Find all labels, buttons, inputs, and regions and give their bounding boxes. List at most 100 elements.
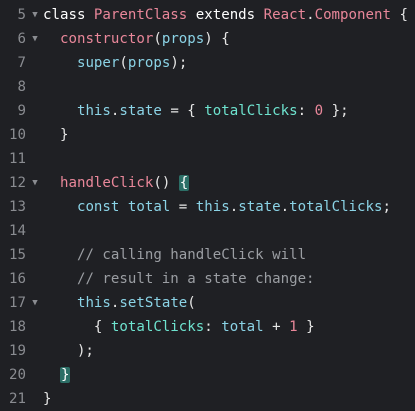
code-token: 0 bbox=[314, 103, 324, 119]
code-line[interactable]: 6 ▼ constructor(props) { bbox=[0, 27, 415, 51]
code-token: totalClicks bbox=[204, 103, 298, 119]
code-token: : bbox=[297, 103, 315, 119]
line-number: 16 bbox=[9, 271, 26, 287]
code-token: + bbox=[263, 319, 290, 335]
code-line[interactable]: 16 // result in a state change: bbox=[0, 267, 415, 291]
line-number: 18 bbox=[9, 319, 26, 335]
code-line[interactable]: 11 bbox=[0, 147, 415, 171]
line-number: 5 bbox=[17, 7, 27, 23]
code-token: { bbox=[43, 319, 111, 335]
code-line[interactable]: 8 bbox=[0, 75, 415, 99]
line-number: 17 bbox=[9, 295, 26, 311]
line-number: 20 bbox=[9, 367, 26, 383]
line-number: 8 bbox=[17, 79, 27, 95]
code-token: 1 bbox=[289, 319, 298, 335]
code-token: ); bbox=[43, 343, 94, 359]
code-line[interactable]: 15 // calling handleClick will bbox=[0, 243, 415, 267]
matched-brace: { bbox=[178, 175, 190, 191]
code-text: this.setState( bbox=[43, 291, 196, 315]
code-token: class bbox=[43, 7, 94, 23]
code-token: = { bbox=[161, 103, 205, 119]
code-text: handleClick() { bbox=[43, 171, 190, 195]
code-token: const total bbox=[76, 199, 171, 215]
code-line[interactable]: 13 const total = this.state.totalClicks; bbox=[0, 195, 415, 219]
code-token: ( bbox=[153, 31, 162, 47]
code-text: // calling handleClick will bbox=[43, 243, 306, 267]
code-token: React bbox=[263, 7, 307, 23]
line-number: 6 bbox=[17, 31, 27, 47]
code-line[interactable]: 9 this.state = { totalClicks: 0 }; bbox=[0, 99, 415, 123]
chevron-down-icon[interactable]: ▼ bbox=[29, 291, 41, 315]
code-token: ( bbox=[119, 55, 128, 71]
code-line[interactable]: 12 ▼ handleClick() { bbox=[0, 171, 415, 195]
code-line[interactable]: 5 ▼ class ParentClass extends React.Compon… bbox=[0, 3, 415, 27]
line-number: 12 bbox=[9, 175, 26, 191]
code-token: state bbox=[238, 199, 281, 215]
line-number: 10 bbox=[9, 127, 26, 143]
code-token: ( bbox=[187, 295, 196, 311]
code-comment: // calling handleClick will bbox=[76, 247, 307, 263]
code-token: constructor bbox=[59, 31, 154, 47]
code-token: total bbox=[221, 319, 264, 335]
code-token: () bbox=[153, 175, 179, 191]
code-line[interactable]: 18 { totalClicks: total + 1 } bbox=[0, 315, 415, 339]
code-text: class ParentClass extends React.Componen… bbox=[43, 3, 408, 27]
code-line[interactable]: 19 ); bbox=[0, 339, 415, 363]
code-token: } bbox=[297, 319, 315, 335]
code-token: props bbox=[127, 55, 171, 71]
chevron-down-icon[interactable]: ▼ bbox=[29, 171, 41, 195]
code-token: this bbox=[195, 199, 230, 215]
code-text: ); bbox=[43, 339, 94, 363]
code-line[interactable]: 7 super(props); bbox=[0, 51, 415, 75]
line-number: 11 bbox=[9, 151, 26, 167]
code-text: const total = this.state.totalClicks; bbox=[43, 195, 391, 219]
matched-brace: } bbox=[59, 367, 71, 383]
code-token: . bbox=[229, 199, 239, 215]
code-line[interactable]: 20 } bbox=[0, 363, 415, 387]
line-number: 9 bbox=[17, 103, 27, 119]
code-text: super(props); bbox=[43, 51, 187, 75]
code-token: super bbox=[76, 55, 120, 71]
code-token: { bbox=[390, 7, 408, 23]
code-token: ); bbox=[170, 55, 188, 71]
code-token: extends bbox=[187, 7, 264, 23]
code-token: ) { bbox=[204, 31, 230, 47]
code-token: ; bbox=[382, 199, 392, 215]
code-line[interactable]: 17 ▼ this.setState( bbox=[0, 291, 415, 315]
code-token: } bbox=[43, 391, 52, 407]
code-text: } bbox=[43, 363, 71, 387]
code-text: constructor(props) { bbox=[43, 27, 230, 51]
line-number: 21 bbox=[9, 391, 26, 407]
code-token: handleClick bbox=[59, 175, 154, 191]
chevron-down-icon[interactable]: ▼ bbox=[29, 27, 41, 51]
code-text: { totalClicks: total + 1 } bbox=[43, 315, 315, 339]
code-token: totalClicks bbox=[110, 319, 205, 335]
code-token: setState bbox=[119, 295, 188, 311]
code-line[interactable]: 21} bbox=[0, 387, 415, 411]
code-editor[interactable]: 5 ▼ class ParentClass extends React.Compon… bbox=[0, 0, 415, 411]
line-number: 7 bbox=[17, 55, 27, 71]
code-line[interactable]: 14 bbox=[0, 219, 415, 243]
code-line[interactable]: 10 } bbox=[0, 123, 415, 147]
code-token: totalClicks bbox=[289, 199, 383, 215]
code-token: props bbox=[161, 31, 205, 47]
code-text: this.state = { totalClicks: 0 }; bbox=[43, 99, 349, 123]
code-token: this bbox=[76, 295, 111, 311]
code-text: // result in a state change: bbox=[43, 267, 315, 291]
code-text: } bbox=[43, 387, 52, 411]
line-number: 19 bbox=[9, 343, 26, 359]
chevron-down-icon[interactable]: ▼ bbox=[29, 3, 41, 27]
line-number: 13 bbox=[9, 199, 26, 215]
code-token: = bbox=[170, 199, 196, 215]
code-token: : bbox=[204, 319, 222, 335]
code-token: } bbox=[43, 127, 69, 143]
